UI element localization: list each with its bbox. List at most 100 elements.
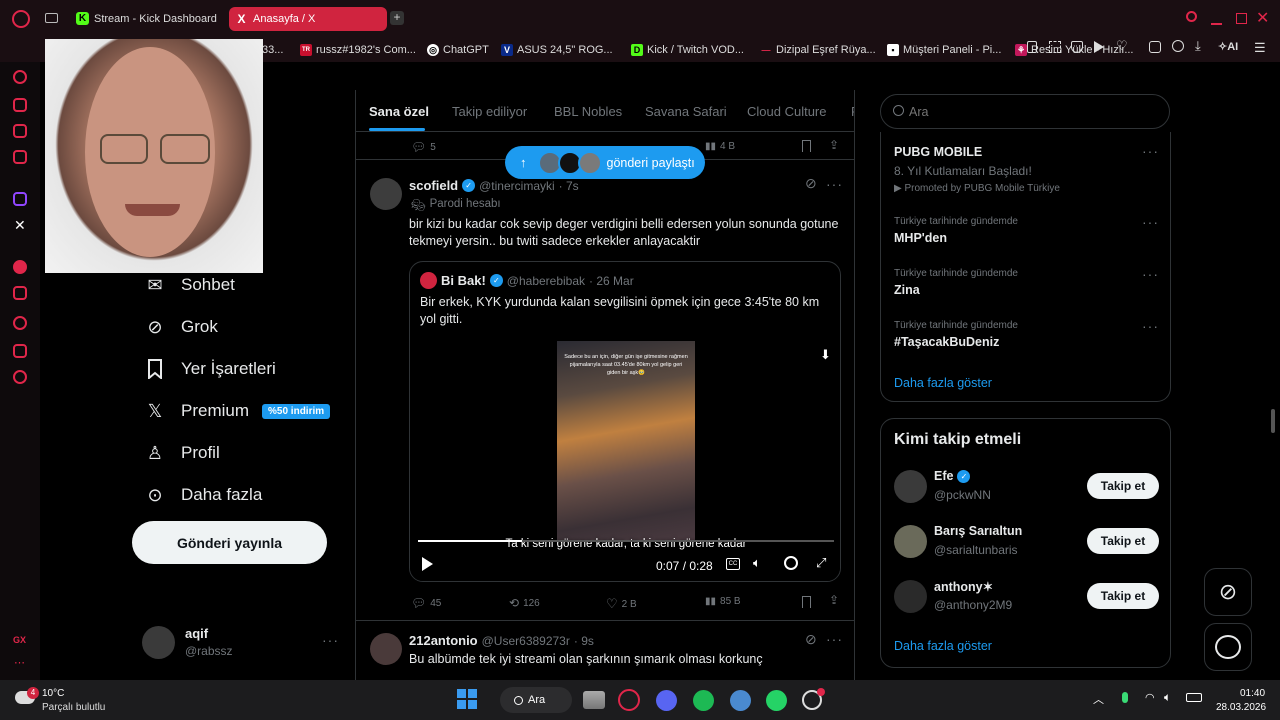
- bookmark-item[interactable]: 33...: [262, 44, 283, 56]
- clock-time[interactable]: 01:40: [1240, 688, 1265, 699]
- nav-profile[interactable]: ♙ Profil: [144, 442, 220, 464]
- downloads-icon[interactable]: ⤓: [1195, 38, 1201, 54]
- follow-button[interactable]: Takip et: [1087, 583, 1159, 609]
- opera-logo-icon[interactable]: [12, 10, 30, 28]
- nav-chat[interactable]: ✉ Sohbet: [144, 274, 234, 296]
- tab-savana-safari[interactable]: Savana Safari: [645, 104, 727, 119]
- video-player[interactable]: Sadece bu an için, diğer gün işe gitmesi…: [410, 341, 840, 581]
- volume-icon[interactable]: 🔈︎: [1164, 690, 1171, 705]
- clock-date[interactable]: 28.03.2026: [1216, 702, 1266, 713]
- more-icon[interactable]: ···: [1142, 214, 1159, 230]
- tab-for-you[interactable]: Sana özel: [369, 104, 429, 119]
- tab-x-home[interactable]: X Anasayfa / X: [229, 7, 387, 31]
- follow-button[interactable]: Takip et: [1087, 528, 1159, 554]
- tab-bbl-nobles[interactable]: BBL Nobles: [554, 104, 622, 119]
- history-icon[interactable]: [13, 316, 27, 330]
- reply-button[interactable]: 💬︎ 5: [411, 140, 436, 154]
- quoted-tweet[interactable]: Bi Bak! ✓ @haberebibak · 26 Mar Bir erke…: [409, 261, 841, 582]
- nav-premium[interactable]: 𝕏 Premium %50 indirim: [144, 400, 331, 422]
- spotify-icon[interactable]: [13, 260, 27, 274]
- reply-button[interactable]: 💬︎ 45: [411, 596, 441, 610]
- avatar[interactable]: [370, 633, 402, 665]
- minimize-icon[interactable]: [1211, 23, 1222, 25]
- tab-islands-icon[interactable]: [45, 13, 58, 23]
- heart-icon[interactable]: ♡: [1116, 38, 1128, 54]
- twitch-icon[interactable]: [13, 192, 27, 206]
- nav-bookmarks[interactable]: Yer İşaretleri: [144, 358, 276, 380]
- profile-icon[interactable]: [1172, 40, 1184, 52]
- views-button[interactable]: ▮▮ 4 B: [705, 141, 735, 152]
- follow-suggestion[interactable]: Barış Sarıaltun @sarialtunbaris Takip et: [881, 522, 1172, 562]
- extensions-icon[interactable]: [1149, 41, 1161, 53]
- grok-icon[interactable]: ⊘: [805, 631, 817, 648]
- share-icon[interactable]: ⇪: [829, 138, 839, 152]
- opera-gx-taskbar-icon[interactable]: [618, 689, 640, 711]
- tab-following[interactable]: Takip ediliyor: [452, 104, 527, 119]
- adblock-shield-icon[interactable]: [1071, 41, 1083, 53]
- trend-item[interactable]: Türkiye tarihinde gündemde Zina ···: [894, 266, 1164, 297]
- ai-button[interactable]: ✧AI: [1218, 40, 1238, 53]
- play-icon[interactable]: [422, 557, 433, 571]
- trend-item[interactable]: Türkiye tarihinde gündemde MHP'den ···: [894, 214, 1164, 245]
- nav-grok[interactable]: ⊘ Grok: [144, 316, 217, 338]
- trend-item[interactable]: Türkiye tarihinde gündemde #TaşacakBuDen…: [894, 318, 1164, 349]
- follow-button[interactable]: Takip et: [1087, 473, 1159, 499]
- avatar[interactable]: [370, 178, 402, 210]
- microphone-icon[interactable]: [1122, 692, 1128, 703]
- author-name[interactable]: scofield: [409, 178, 458, 193]
- more-icon[interactable]: ···: [1142, 318, 1159, 334]
- extension-pin-icon[interactable]: [1027, 41, 1037, 53]
- x-sidebar-icon[interactable]: ✕: [14, 217, 26, 234]
- tab-cloud-culture[interactable]: Cloud Culture: [747, 104, 827, 119]
- show-more-trends-link[interactable]: Daha fazla göster: [894, 376, 992, 390]
- bookmark-item[interactable]: D Kick / Twitch VOD...: [631, 44, 744, 56]
- search-bar[interactable]: [880, 94, 1170, 129]
- more-icon[interactable]: ⋯: [14, 656, 25, 669]
- show-more-follow-link[interactable]: Daha fazla göster: [894, 639, 992, 653]
- search-input[interactable]: [909, 103, 1149, 121]
- more-icon[interactable]: ···: [826, 176, 843, 192]
- download-icon[interactable]: ⬇: [820, 347, 831, 363]
- mute-icon[interactable]: 🔈︎: [753, 555, 761, 571]
- app-icon[interactable]: [730, 690, 751, 711]
- gx-icon[interactable]: GX: [13, 635, 26, 645]
- weather-widget[interactable]: 4 10°C Parçalı bulutlu: [15, 685, 135, 715]
- battery-icon[interactable]: [1186, 693, 1202, 702]
- spotify-taskbar-icon[interactable]: [693, 690, 714, 711]
- author-name[interactable]: 212antonio: [409, 633, 478, 648]
- aria-icon[interactable]: [13, 98, 27, 112]
- task-view-icon[interactable]: [583, 691, 605, 709]
- snapshot-icon[interactable]: [1049, 41, 1061, 53]
- more-icon[interactable]: ···: [1142, 266, 1159, 282]
- settings-icon[interactable]: [13, 370, 27, 384]
- start-button[interactable]: [457, 689, 477, 709]
- play-icon[interactable]: [1094, 41, 1104, 53]
- video-progress-track[interactable]: [418, 540, 834, 542]
- fullscreen-icon[interactable]: ⤢: [816, 555, 826, 571]
- new-tab-button[interactable]: +: [390, 11, 404, 25]
- bookmark-item[interactable]: V ASUS 24,5" ROG...: [501, 44, 613, 56]
- bookmark-icon[interactable]: [802, 140, 811, 152]
- discord-icon[interactable]: [656, 690, 677, 711]
- views-button[interactable]: ▮▮ 85 B: [705, 596, 741, 607]
- taskbar-search[interactable]: Ara: [500, 687, 572, 713]
- grok-fab[interactable]: ⊘: [1204, 568, 1252, 616]
- pin-icon[interactable]: [13, 286, 27, 300]
- grok-icon[interactable]: ⊘: [805, 175, 817, 192]
- menu-icon[interactable]: ☰: [1254, 40, 1266, 56]
- tweet[interactable]: scofield ✓ @tinercimayki · 7s ⊘ ··· 🎭︎ Pa…: [356, 160, 854, 620]
- more-icon[interactable]: ···: [826, 631, 843, 647]
- tab-more[interactable]: P: [851, 104, 854, 119]
- follow-suggestion[interactable]: Efe ✓ @pckwNN Takip et: [881, 467, 1172, 507]
- captions-icon[interactable]: CC: [726, 558, 740, 570]
- retweet-button[interactable]: ⟲ 126: [509, 596, 540, 610]
- tab-kick[interactable]: K Stream - Kick Dashboard: [70, 7, 222, 31]
- more-icon[interactable]: ···: [1142, 143, 1159, 159]
- maximize-icon[interactable]: [1236, 13, 1247, 24]
- settings-icon[interactable]: [784, 556, 798, 570]
- bookmark-icon[interactable]: [802, 596, 811, 608]
- post-button[interactable]: Gönderi yayınla: [132, 521, 327, 564]
- follow-suggestion[interactable]: anthony✶ @anthony2M9 Takip et: [881, 577, 1172, 617]
- whatsapp-icon[interactable]: [766, 690, 787, 711]
- trend-item[interactable]: PUBG MOBILE 8. Yıl Kutlamaları Başladı! …: [894, 143, 1164, 194]
